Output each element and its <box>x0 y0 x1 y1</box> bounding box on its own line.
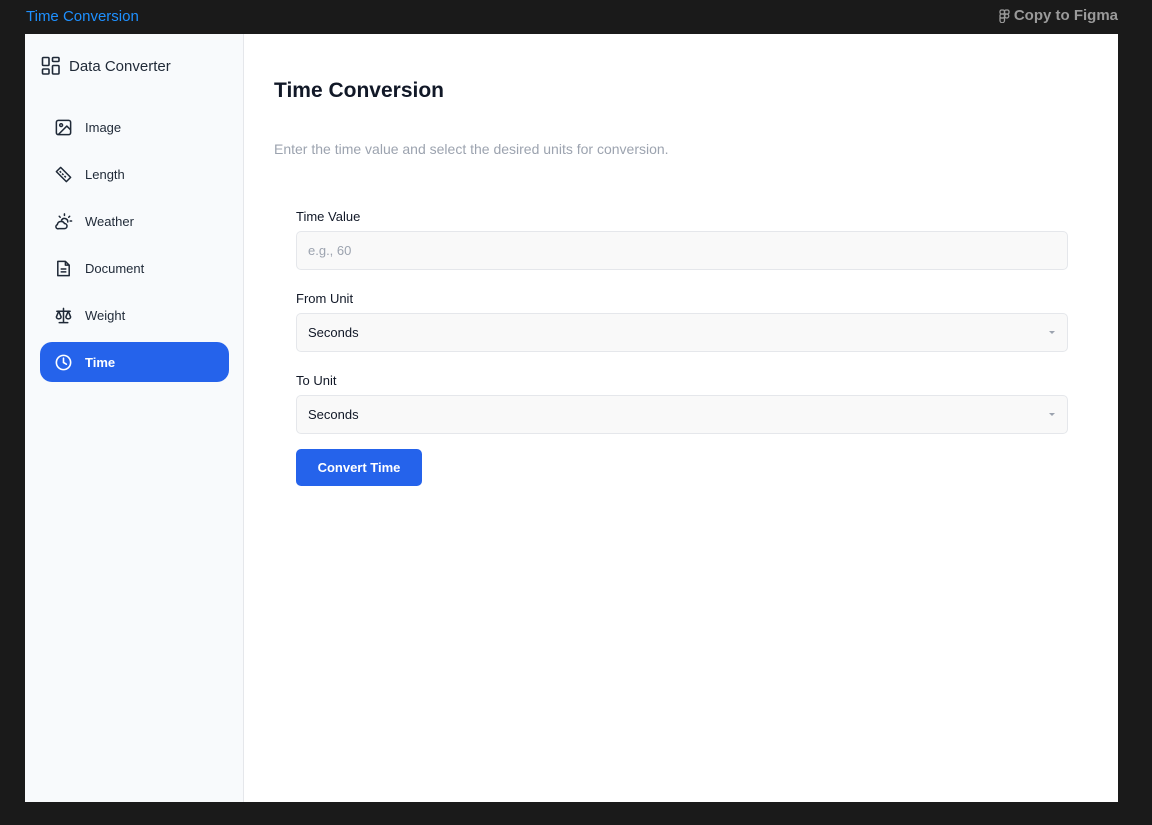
from-unit-value: Seconds <box>308 325 359 340</box>
copy-to-figma-label: Copy to Figma <box>1013 7 1118 24</box>
document-icon <box>57 260 70 276</box>
conversion-form: Time Value e.g., 60 From Unit Seconds To… <box>296 209 1068 486</box>
to-unit-value: Seconds <box>308 407 359 422</box>
brand: Data Converter <box>41 56 171 76</box>
page-title: Time Conversion <box>274 79 444 102</box>
clock-icon <box>55 354 72 370</box>
time-value-label: Time Value <box>296 209 361 224</box>
to-unit-label: To Unit <box>296 373 337 388</box>
scale-icon <box>55 307 72 323</box>
chevron-down-icon <box>1049 331 1055 334</box>
convert-time-button[interactable]: Convert Time <box>296 449 422 486</box>
top-bar: Time Conversion Copy to Figma <box>0 0 1152 34</box>
sidebar-item-label: Weather <box>85 213 134 229</box>
sidebar-item-label: Time <box>85 354 116 370</box>
figma-icon <box>999 8 1010 23</box>
sidebar-item-weather[interactable]: Weather <box>40 201 229 241</box>
sidebar-item-image[interactable]: Image <box>40 107 229 147</box>
sidebar-item-label: Length <box>85 166 125 182</box>
sidebar-item-label: Document <box>85 260 145 276</box>
from-unit-label: From Unit <box>296 291 354 306</box>
sidebar-item-label: Image <box>85 119 122 135</box>
image-icon <box>55 119 72 135</box>
sidebar-item-time[interactable]: Time <box>40 342 229 382</box>
from-unit-select[interactable]: Seconds <box>296 313 1068 352</box>
sidebar: Data Converter Image Length Weather Docu… <box>25 34 244 802</box>
window-title: Time Conversion <box>26 8 139 25</box>
sidebar-nav: Image Length Weather Document Weight Tim… <box>40 107 229 389</box>
sidebar-item-length[interactable]: Length <box>40 154 229 194</box>
chevron-down-icon <box>1049 413 1055 416</box>
sidebar-item-document[interactable]: Document <box>40 248 229 288</box>
copy-to-figma-button[interactable]: Copy to Figma <box>999 7 1118 24</box>
sidebar-item-label: Weight <box>85 307 126 323</box>
brand-name: Data Converter <box>69 57 171 75</box>
dashboard-icon <box>41 56 60 75</box>
to-unit-select[interactable]: Seconds <box>296 395 1068 434</box>
page-subtitle: Enter the time value and select the desi… <box>274 141 669 157</box>
ruler-icon <box>55 166 72 182</box>
cloud-sun-icon <box>55 212 73 229</box>
main-content: Time Conversion Enter the time value and… <box>244 34 1118 802</box>
time-value-input[interactable]: e.g., 60 <box>296 231 1068 270</box>
sidebar-item-weight[interactable]: Weight <box>40 295 229 335</box>
app-frame: Data Converter Image Length Weather Docu… <box>25 34 1118 802</box>
